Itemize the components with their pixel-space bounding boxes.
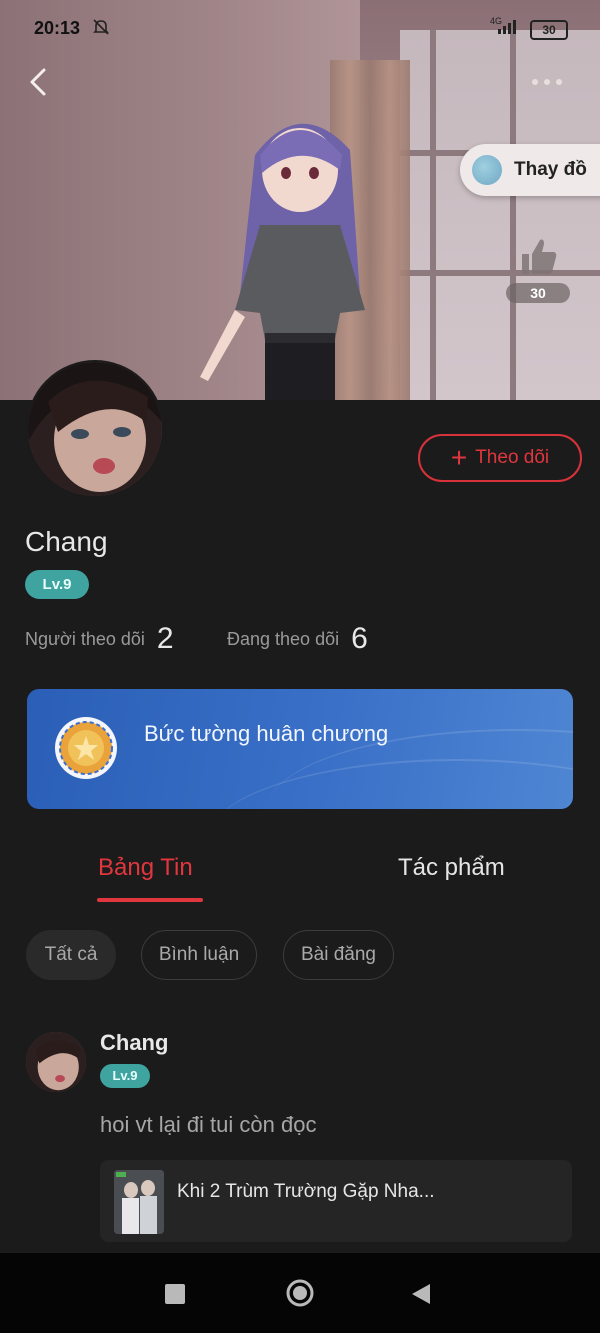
dress-up-label: Thay đồ: [514, 159, 587, 180]
following-label: Đang theo dõi: [227, 628, 340, 649]
profile-name: Chang: [25, 526, 108, 557]
post-link-card[interactable]: Khi 2 Trùm Trường Gặp Nha...: [100, 1160, 572, 1242]
back-button[interactable]: [24, 64, 54, 100]
status-time: 20:13: [34, 18, 81, 38]
tab-active-indicator: [97, 898, 203, 902]
filter-comments-chip[interactable]: Bình luận: [141, 930, 257, 980]
medal-wall-card[interactable]: Bức tường huân chương: [27, 689, 573, 809]
following-count: 6: [351, 622, 368, 655]
recent-apps-button[interactable]: [165, 1284, 185, 1304]
triangle-back-icon: [412, 1284, 430, 1304]
dress-up-icon: [472, 155, 502, 185]
follow-label: Theo dõi: [475, 447, 550, 468]
avatar[interactable]: [26, 360, 164, 498]
home-button[interactable]: [285, 1278, 315, 1308]
tab-feed[interactable]: Bảng Tin: [98, 854, 193, 882]
avatar-character: [200, 123, 365, 400]
thumbs-up-icon: [522, 239, 557, 274]
avatar-photo: [28, 362, 162, 496]
level-badge: Lv.9: [25, 570, 89, 599]
medal-wall-label: Bức tường huân chương: [144, 721, 389, 746]
story-cover-thumbnail: [114, 1170, 164, 1234]
followers-count: 2: [156, 622, 174, 655]
post-link-title: Khi 2 Trùm Trường Gặp Nha...: [177, 1181, 435, 1202]
nav-back-button[interactable]: [410, 1282, 434, 1306]
chevron-left-icon: [30, 68, 46, 96]
followers-stat[interactable]: Người theo dõi 2: [25, 622, 174, 656]
card-decoration: [207, 759, 573, 809]
more-options-button[interactable]: [532, 72, 572, 92]
battery-indicator: 30: [530, 20, 568, 40]
like-count: 30: [506, 283, 570, 303]
avatar-photo: [26, 1032, 86, 1092]
post-text: hoi vt lại đi tui còn đọc: [100, 1112, 317, 1137]
dress-up-button[interactable]: Thay đồ: [460, 144, 600, 196]
bell-off-icon: [92, 18, 110, 41]
post-author[interactable]: Chang: [100, 1030, 168, 1056]
home-circle-icon: [286, 1279, 314, 1307]
tab-works[interactable]: Tác phẩm: [398, 854, 505, 882]
filter-all-chip[interactable]: Tất cả: [26, 930, 116, 980]
post-avatar[interactable]: [26, 1032, 86, 1092]
signal-icon: [498, 20, 516, 34]
follow-button[interactable]: + Theo dõi: [418, 434, 582, 482]
medal-icon: [55, 717, 117, 779]
post-level-badge: Lv.9: [100, 1064, 150, 1088]
followers-label: Người theo dõi: [25, 628, 145, 649]
filter-posts-chip[interactable]: Bài đăng: [283, 930, 394, 980]
plus-icon: +: [450, 442, 468, 473]
profile-banner: 20:13 4G 30 Thay đồ 30: [0, 0, 600, 400]
like-button[interactable]: [516, 234, 560, 278]
following-stat[interactable]: Đang theo dõi 6: [227, 622, 368, 656]
